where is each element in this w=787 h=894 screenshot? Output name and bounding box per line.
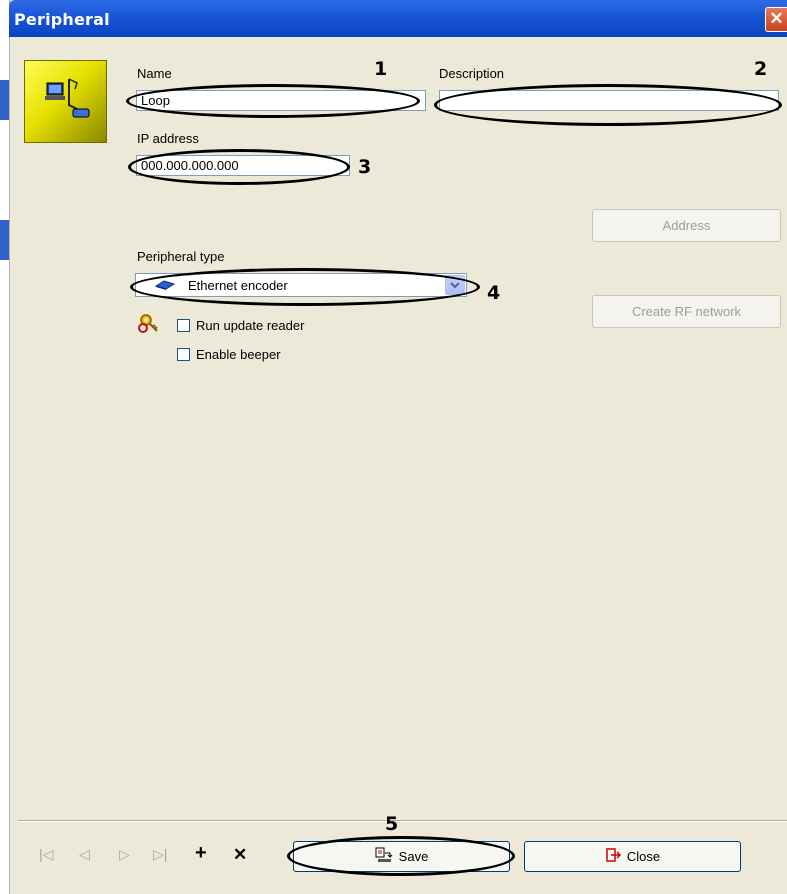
background-window-edge <box>0 0 10 894</box>
peripheral-device-icon <box>24 60 107 143</box>
callout-number-5: 5 <box>385 813 399 835</box>
create-rf-network-button[interactable]: Create RF network <box>592 295 781 328</box>
encoder-device-icon <box>154 279 176 294</box>
run-update-reader-checkbox[interactable] <box>177 318 190 332</box>
close-label: Close <box>626 849 661 864</box>
first-record-icon[interactable]: |◁ <box>39 846 53 863</box>
save-label: Save <box>398 849 429 864</box>
peripheral-type-select[interactable]: Ethernet encoder <box>135 273 467 297</box>
description-label: Description <box>439 66 505 81</box>
enable-beeper-checkbox[interactable] <box>177 347 190 361</box>
run-update-reader-row[interactable]: Run update reader <box>177 316 304 334</box>
callout-number-2: 2 <box>754 58 768 80</box>
dialog-client-area <box>10 37 787 894</box>
next-record-icon[interactable]: ▷ <box>119 846 130 863</box>
chevron-down-icon[interactable] <box>445 275 465 295</box>
close-button[interactable]: Close <box>524 841 741 872</box>
run-update-reader-label: Run update reader <box>196 317 305 333</box>
window-title: Peripheral <box>14 10 110 29</box>
enable-beeper-row[interactable]: Enable beeper <box>177 345 281 363</box>
bottom-separator <box>18 820 787 822</box>
callout-number-1: 1 <box>374 58 388 80</box>
address-button[interactable]: Address <box>592 209 781 242</box>
keys-icon <box>137 312 161 339</box>
enable-beeper-label: Enable beeper <box>196 346 281 362</box>
callout-number-4: 4 <box>487 282 501 304</box>
title-bar: Peripheral ✕ <box>9 0 787 37</box>
peripheral-type-label: Peripheral type <box>137 249 225 264</box>
close-window-button[interactable]: ✕ <box>765 7 787 32</box>
exit-icon <box>605 847 621 866</box>
ip-address-input[interactable]: 000.000.000.000 <box>136 155 350 176</box>
peripheral-type-value: Ethernet encoder <box>188 278 288 293</box>
save-button[interactable]: Save <box>293 841 510 872</box>
description-input[interactable] <box>439 90 779 111</box>
name-label: Name <box>137 66 172 81</box>
save-icon <box>375 847 393 866</box>
name-input[interactable]: Loop <box>136 90 426 111</box>
callout-number-3: 3 <box>358 156 372 178</box>
last-record-icon[interactable]: ▷| <box>153 846 167 863</box>
delete-record-icon[interactable]: ✕ <box>233 845 247 865</box>
previous-record-icon[interactable]: ◁ <box>79 846 90 863</box>
background-strip-blue-top <box>0 80 9 120</box>
ip-address-label: IP address <box>137 131 199 146</box>
add-record-icon[interactable]: + <box>195 842 207 865</box>
background-strip-blue-mid <box>0 220 9 260</box>
